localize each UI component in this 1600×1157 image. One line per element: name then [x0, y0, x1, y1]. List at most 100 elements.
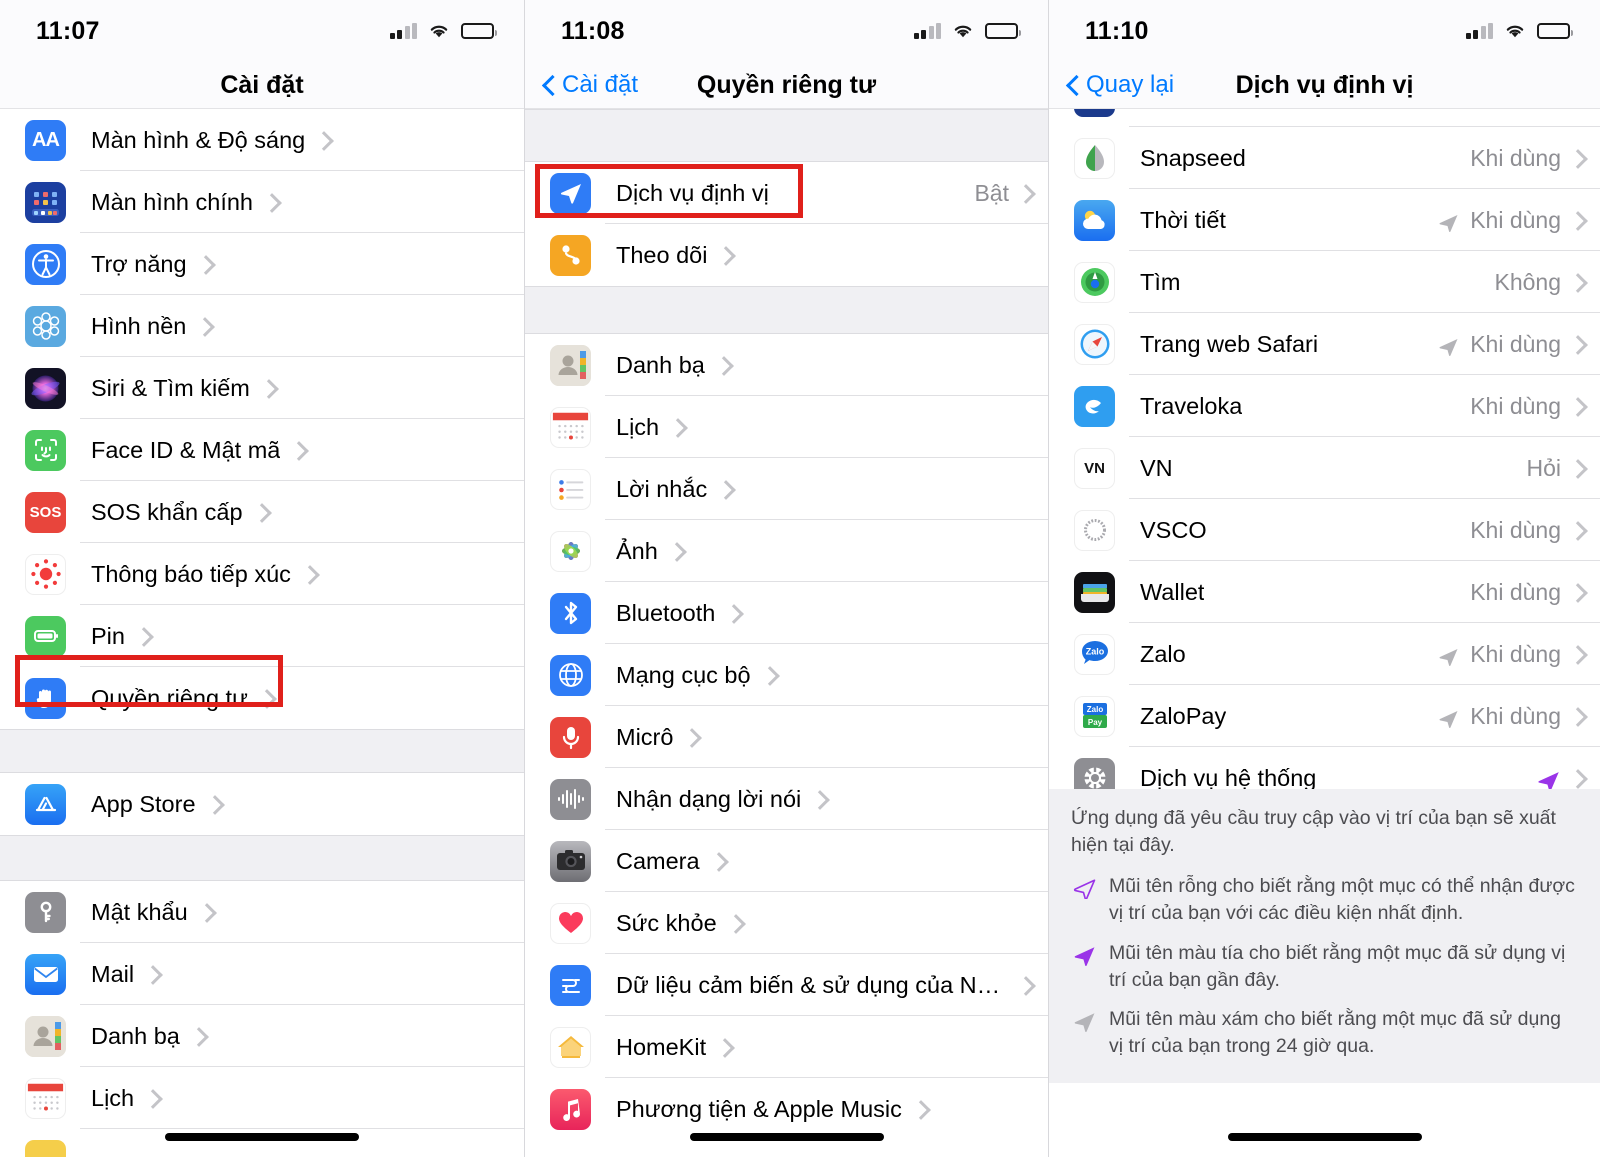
health-heart-icon: [550, 902, 591, 944]
privacy-row-microphone[interactable]: Micrô: [525, 706, 1048, 768]
status-bar-1: 11:07: [0, 0, 524, 62]
chevron-right-icon: [813, 790, 824, 808]
location-row-traveloka[interactable]: Traveloka Khi dùng: [1049, 375, 1600, 437]
settings-row-siri[interactable]: Siri & Tìm kiếm: [0, 357, 524, 419]
reminders-icon: [550, 468, 591, 510]
settings-row-app-store[interactable]: App Store: [0, 773, 524, 835]
location-row-smartbanking[interactable]: BIDV SmartBanking Khi dùng: [1049, 109, 1600, 127]
vsco-icon: [1074, 509, 1115, 551]
chevron-right-icon: [265, 193, 276, 211]
privacy-row-bluetooth[interactable]: Bluetooth: [525, 582, 1048, 644]
row-label: Snapseed: [1140, 144, 1246, 171]
apps-location-list: BIDV SmartBanking Khi dùng Snapseed Khi …: [1049, 109, 1600, 789]
contacts-icon: [550, 344, 591, 386]
chevron-right-icon: [719, 246, 730, 264]
row-label: Zalo: [1140, 640, 1186, 667]
location-row-zalo[interactable]: Zalo Zalo Khi dùng: [1049, 623, 1600, 685]
privacy-row-speech-recognition[interactable]: Nhận dạng lời nói: [525, 768, 1048, 830]
battery-icon: [1537, 23, 1573, 39]
chevron-right-icon: [717, 356, 728, 374]
speech-recognition-icon: [550, 778, 591, 820]
row-label: Mạng cục bộ: [616, 661, 751, 688]
chevron-right-icon: [1571, 397, 1582, 415]
chevron-right-icon: [200, 903, 211, 921]
back-button[interactable]: Quay lại: [1067, 71, 1174, 99]
settings-row-display[interactable]: AA Màn hình & Độ sáng: [0, 109, 524, 171]
row-label: Sức khỏe: [616, 909, 717, 936]
status-time: 11:08: [561, 16, 625, 45]
svg-text:Pay: Pay: [1087, 718, 1102, 727]
settings-row-battery[interactable]: Pin: [0, 605, 524, 667]
chevron-right-icon: [1571, 521, 1582, 539]
privacy-row-homekit[interactable]: HomeKit: [525, 1016, 1048, 1078]
location-arrow-gray-icon: [1439, 649, 1458, 666]
settings-row-passwords[interactable]: Mật khẩu: [0, 881, 524, 943]
local-network-icon: [550, 654, 591, 696]
row-label: Lịch: [616, 413, 660, 440]
location-row-weather[interactable]: Thời tiết Khi dùng: [1049, 189, 1600, 251]
settings-row-faceid[interactable]: Face ID & Mật mã: [0, 419, 524, 481]
settings-row-exposure[interactable]: Thông báo tiếp xúc: [0, 543, 524, 605]
wifi-icon: [952, 23, 974, 39]
location-row-vn[interactable]: VN VN Hỏi: [1049, 437, 1600, 499]
chevron-right-icon: [1571, 645, 1582, 663]
settings-row-mail[interactable]: Mail: [0, 943, 524, 1005]
privacy-row-media-apple-music[interactable]: Phương tiện & Apple Music: [525, 1078, 1048, 1140]
chevron-right-icon: [763, 666, 774, 684]
settings-row-calendar[interactable]: Lịch: [0, 1067, 524, 1129]
privacy-row-reminders[interactable]: Lời nhắc: [525, 458, 1048, 520]
chevron-right-icon: [1571, 583, 1582, 601]
battery-icon: [985, 23, 1021, 39]
status-time: 11:07: [36, 16, 100, 45]
row-label: Pin: [91, 622, 125, 649]
back-button[interactable]: Cài đặt: [543, 71, 638, 99]
settings-row-contacts[interactable]: Danh bạ: [0, 1005, 524, 1067]
location-row-wallet[interactable]: Wallet Khi dùng: [1049, 561, 1600, 623]
privacy-row-health[interactable]: Sức khỏe: [525, 892, 1048, 954]
chevron-right-icon: [914, 1100, 925, 1118]
privacy-row-camera[interactable]: Camera: [525, 830, 1048, 892]
row-value: Khi dùng: [1435, 207, 1561, 234]
location-row-system-services[interactable]: Dịch vụ hệ thống: [1049, 747, 1600, 789]
privacy-row-photos[interactable]: Ảnh: [525, 520, 1048, 582]
location-arrow-gray-icon: [1439, 711, 1458, 728]
safari-icon: [1074, 323, 1115, 365]
settings-row-sos[interactable]: SOS SOS khẩn cấp: [0, 481, 524, 543]
chevron-right-icon: [303, 565, 314, 583]
row-value: Khi dùng: [1470, 392, 1561, 419]
row-label: Lịch: [91, 1084, 135, 1111]
location-row-zalopay[interactable]: Zalo Pay ZaloPay Khi dùng: [1049, 685, 1600, 747]
settings-row-wallpaper[interactable]: Hình nền: [0, 295, 524, 357]
location-row-find-my[interactable]: Tìm Không: [1049, 251, 1600, 313]
settings-row-accessibility[interactable]: Trợ năng: [0, 233, 524, 295]
privacy-row-contacts[interactable]: Danh bạ: [525, 334, 1048, 396]
row-label: Danh bạ: [616, 351, 705, 378]
bidv-icon: BIDV: [1074, 109, 1115, 117]
privacy-row-location-services[interactable]: Dịch vụ định vị Bật: [525, 162, 1048, 224]
privacy-row-local-network[interactable]: Mạng cục bộ: [525, 644, 1048, 706]
privacy-row-research-sensor[interactable]: Dữ liệu cảm biến & sử dụng của Nghiê…: [525, 954, 1048, 1016]
location-row-vsco[interactable]: VSCO Khi dùng: [1049, 499, 1600, 561]
phone-screen-settings: 11:07 Cài đặt AA Màn hình & Độ sáng Màn …: [0, 0, 525, 1157]
traveloka-icon: [1074, 385, 1115, 427]
settings-row-home-screen[interactable]: Màn hình chính: [0, 171, 524, 233]
chevron-right-icon: [712, 852, 723, 870]
row-label: VSCO: [1140, 516, 1207, 543]
footer-legend-gray: Mũi tên màu xám cho biết rằng một mục đã…: [1071, 1006, 1578, 1060]
wallet-icon: [1074, 571, 1115, 613]
location-arrow-gray-icon: [1074, 1013, 1095, 1033]
chevron-right-icon: [727, 604, 738, 622]
privacy-row-tracking[interactable]: Theo dõi: [525, 224, 1048, 286]
location-row-snapseed[interactable]: Snapseed Khi dùng: [1049, 127, 1600, 189]
settings-row-privacy[interactable]: Quyền riêng tư: [0, 667, 524, 729]
status-icons: [1465, 23, 1573, 39]
location-row-safari-websites[interactable]: Trang web Safari Khi dùng: [1049, 313, 1600, 375]
location-arrow-purple-icon: [1538, 772, 1559, 789]
chevron-right-icon: [671, 418, 682, 436]
back-label: Cài đặt: [562, 71, 639, 98]
chevron-right-icon: [262, 379, 273, 397]
privacy-row-calendar[interactable]: Lịch: [525, 396, 1048, 458]
row-label: SOS khẩn cấp: [91, 498, 243, 525]
app-store-icon: [25, 783, 66, 825]
row-label: Wallet: [1140, 578, 1205, 605]
